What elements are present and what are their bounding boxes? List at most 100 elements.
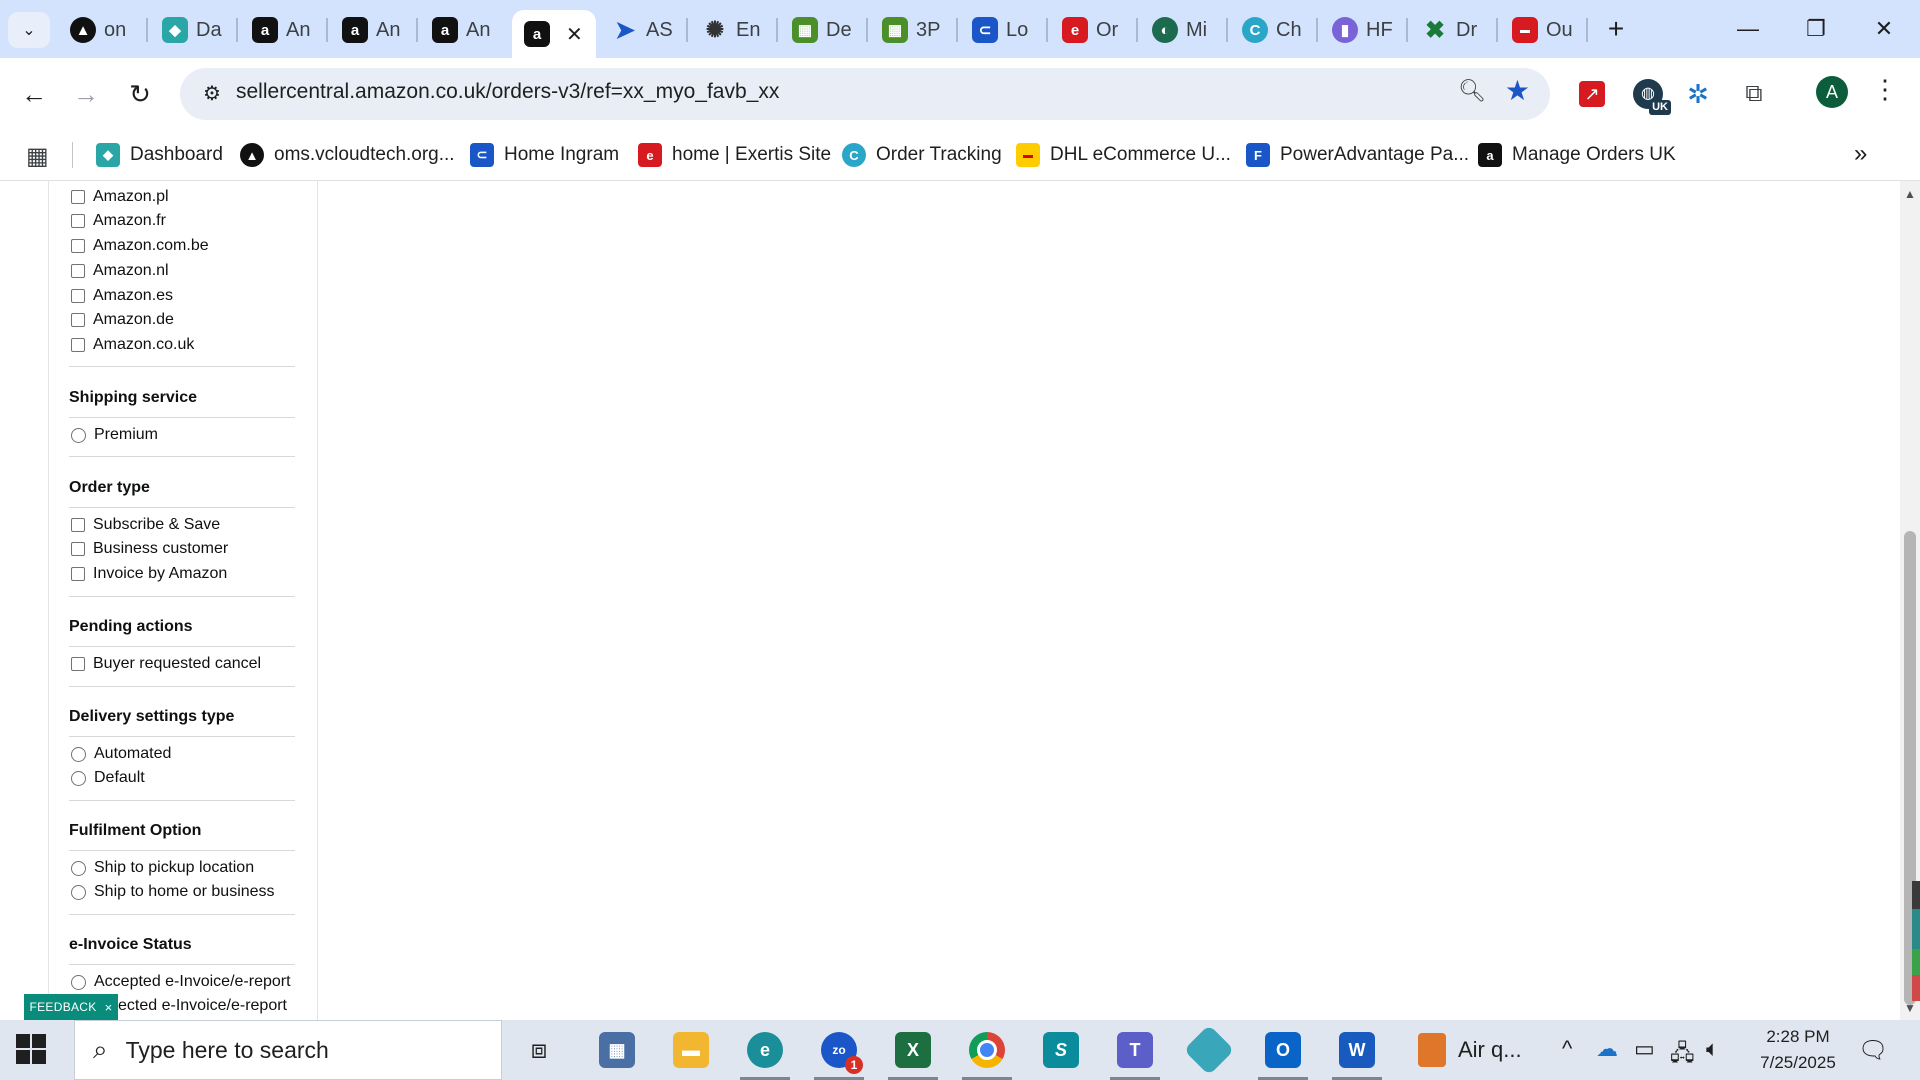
checkbox[interactable] xyxy=(71,214,85,228)
zoho-app[interactable]: zo 1 xyxy=(806,1026,872,1080)
checkbox[interactable] xyxy=(71,518,85,532)
address-bar[interactable]: ⚙ sellercentral.amazon.co.uk/orders-v3/r… xyxy=(180,68,1550,120)
reload-button[interactable]: ↻ xyxy=(118,72,162,116)
filter-option-ship-to-home[interactable]: Ship to home or business xyxy=(71,880,275,904)
taskbar-search-box[interactable]: ⌕ Type here to search xyxy=(74,1020,502,1080)
browser-tab[interactable]: ▲ on xyxy=(58,10,142,50)
volume-icon[interactable]: 🔈︎ xyxy=(1706,1036,1719,1062)
sway-app[interactable]: S xyxy=(1028,1026,1094,1074)
checkbox[interactable] xyxy=(71,239,85,253)
browser-tab[interactable]: ▦ De xyxy=(780,10,864,50)
bookmark-star-icon[interactable]: ★ xyxy=(1505,74,1530,107)
word-app[interactable]: W xyxy=(1324,1026,1390,1080)
browser-tab[interactable]: ◆ Da xyxy=(150,10,234,50)
checkbox[interactable] xyxy=(71,313,85,327)
checkbox[interactable] xyxy=(71,542,85,556)
browser-tab[interactable]: ▦ 3P xyxy=(870,10,954,50)
chrome-app[interactable] xyxy=(954,1026,1020,1080)
browser-tab[interactable]: ◐ Mi xyxy=(1140,10,1224,50)
filter-option-accepted-einvoice[interactable]: Accepted e-Invoice/e-report xyxy=(71,970,291,994)
vpn-app[interactable] xyxy=(1176,1024,1242,1076)
filter-option-ship-to-pickup[interactable]: Ship to pickup location xyxy=(71,856,254,880)
radio-button[interactable] xyxy=(71,860,86,876)
scroll-up-arrow-icon[interactable]: ▲ xyxy=(1904,187,1916,201)
filter-option-amazon-de[interactable]: Amazon.de xyxy=(71,308,174,332)
bookmark-oms-vcloudtech[interactable]: ▲ oms.vcloudtech.org... xyxy=(240,140,455,170)
browser-menu-icon[interactable]: ⋮ xyxy=(1872,74,1898,105)
minimize-button[interactable]: — xyxy=(1718,8,1778,50)
radio-button[interactable] xyxy=(71,884,86,900)
checkbox[interactable] xyxy=(71,289,85,303)
filter-option-business-customer[interactable]: Business customer xyxy=(71,537,228,561)
browser-tab[interactable]: ✺ En xyxy=(690,10,774,50)
filter-option-amazon-co-uk[interactable]: Amazon.co.uk xyxy=(71,333,194,357)
filter-option-invoice-by-amazon[interactable]: Invoice by Amazon xyxy=(71,562,227,586)
bookmark-manage-orders-uk[interactable]: a Manage Orders UK xyxy=(1478,140,1676,170)
filter-option-amazon-pl[interactable]: Amazon.pl xyxy=(71,185,169,209)
bookmark-exertis[interactable]: e home | Exertis Site xyxy=(638,140,831,170)
feedback-button[interactable]: FEEDBACK × xyxy=(24,994,118,1020)
restore-button[interactable]: ❐ xyxy=(1786,8,1846,50)
filter-option-premium[interactable]: Premium xyxy=(71,423,158,447)
battery-icon[interactable]: ▭ xyxy=(1634,1036,1655,1062)
scroll-down-arrow-icon[interactable]: ▼ xyxy=(1904,1001,1916,1015)
network-icon[interactable]: 🖧︎ xyxy=(1670,1036,1695,1074)
browser-tab[interactable]: ⊂ Lo xyxy=(960,10,1044,50)
browser-tab[interactable]: a An xyxy=(330,10,414,50)
url-text[interactable]: sellercentral.amazon.co.uk/orders-v3/ref… xyxy=(236,80,779,104)
browser-tab-active[interactable]: a ✕ xyxy=(512,10,596,58)
checkbox[interactable] xyxy=(71,338,85,352)
browser-tab[interactable]: ▮ HF xyxy=(1320,10,1404,50)
checkbox[interactable] xyxy=(71,657,85,671)
tab-search-button[interactable]: ⌄ xyxy=(8,12,50,48)
filter-option-amazon-es[interactable]: Amazon.es xyxy=(71,284,173,308)
browser-tab[interactable]: C Ch xyxy=(1230,10,1314,50)
browser-tab[interactable]: ✖ Dr xyxy=(1410,10,1494,50)
browser-tab[interactable]: e Or xyxy=(1050,10,1134,50)
close-window-button[interactable]: ✕ xyxy=(1854,8,1914,50)
more-bookmarks-icon[interactable]: » xyxy=(1854,140,1867,168)
bookmark-order-tracking[interactable]: C Order Tracking xyxy=(842,140,1002,170)
uk-extension-button[interactable]: ◍ UK xyxy=(1628,74,1671,115)
close-tab-icon[interactable]: ✕ xyxy=(566,22,583,47)
checkbox[interactable] xyxy=(71,567,85,581)
filter-option-automated[interactable]: Automated xyxy=(71,742,171,766)
bookmark-dhl[interactable]: ▬ DHL eCommerce U... xyxy=(1016,140,1231,170)
edge-app[interactable]: e xyxy=(732,1026,798,1080)
teams-app[interactable]: T xyxy=(1102,1026,1168,1080)
close-feedback-icon[interactable]: × xyxy=(105,1000,113,1015)
radio-button[interactable] xyxy=(71,770,86,786)
start-button[interactable] xyxy=(16,1034,50,1068)
pdf-extension-button[interactable]: ↗ xyxy=(1572,74,1612,114)
browser-tab[interactable]: a An xyxy=(240,10,324,50)
filter-option-subscribe-save[interactable]: Subscribe & Save xyxy=(71,513,220,537)
file-explorer-app[interactable]: ▬ xyxy=(658,1026,724,1074)
radio-button[interactable] xyxy=(71,974,86,990)
checkbox[interactable] xyxy=(71,264,85,278)
checkbox[interactable] xyxy=(71,190,85,204)
notifications-icon[interactable]: 🗨︎ xyxy=(1858,1036,1888,1065)
zoom-icon[interactable]: 🔍︎ xyxy=(1458,78,1486,104)
extensions-button[interactable]: ⧉ xyxy=(1734,74,1774,114)
browser-tab[interactable]: ➤ AS xyxy=(600,10,684,50)
radio-button[interactable] xyxy=(71,746,86,762)
browser-tab[interactable]: a An xyxy=(420,10,504,50)
forward-button[interactable]: → xyxy=(64,72,108,116)
calculator-app[interactable]: ▦ xyxy=(584,1026,650,1074)
browser-tab[interactable]: ▬ Ou xyxy=(1500,10,1584,50)
radio-button[interactable] xyxy=(71,427,86,443)
excel-app[interactable]: X xyxy=(880,1026,946,1080)
filter-option-amazon-com-be[interactable]: Amazon.com.be xyxy=(71,234,209,258)
bookmark-home-ingram[interactable]: ⊂ Home Ingram xyxy=(470,140,619,170)
weather-widget[interactable]: Air q... xyxy=(1418,1028,1522,1072)
task-view-button[interactable]: ⧈ xyxy=(506,1026,572,1074)
filter-option-amazon-fr[interactable]: Amazon.fr xyxy=(71,209,166,233)
bookmark-poweradvantage[interactable]: F PowerAdvantage Pa... xyxy=(1246,140,1469,170)
system-clock[interactable]: 2:28 PM 7/25/2025 xyxy=(1738,1024,1858,1076)
filter-option-amazon-nl[interactable]: Amazon.nl xyxy=(71,259,169,283)
new-tab-button[interactable]: + xyxy=(1598,12,1634,48)
back-button[interactable]: ← xyxy=(12,72,56,116)
site-info-icon[interactable]: ⚙ xyxy=(194,76,230,112)
filter-option-default[interactable]: Default xyxy=(71,766,145,790)
apps-grid-icon[interactable]: ▦ xyxy=(26,142,49,171)
